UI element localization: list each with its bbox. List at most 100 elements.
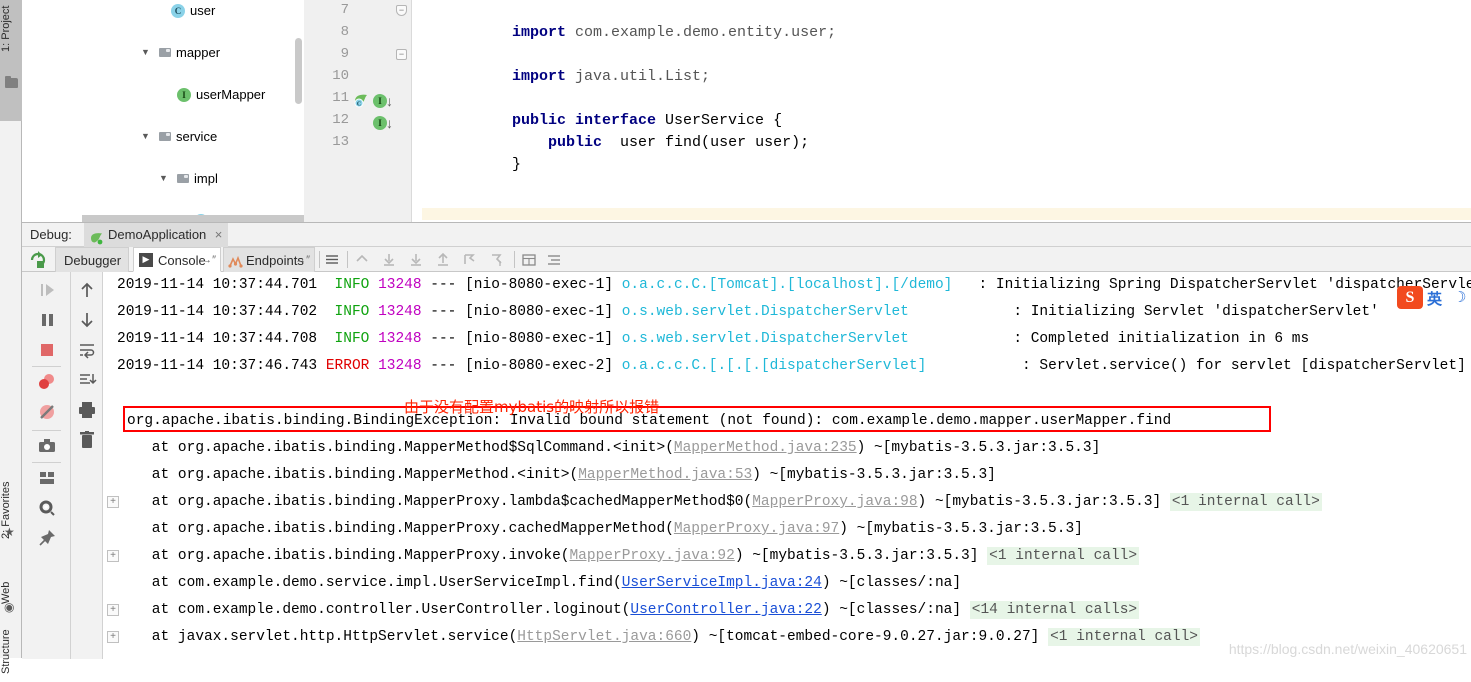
stack-frame-prefix: at com.example.demo.controller.UserContr… <box>117 602 630 618</box>
stack-frame-link[interactable]: UserController.java:22 <box>630 602 821 618</box>
stack-frame-link[interactable]: MapperMethod.java:235 <box>674 440 857 456</box>
step-out-icon[interactable] <box>353 251 371 268</box>
settings-gear-icon[interactable] <box>37 498 57 518</box>
scroll-down-icon[interactable] <box>77 310 97 330</box>
chevron-down-icon[interactable]: ▼ <box>140 42 151 63</box>
rerun-icon[interactable] <box>28 250 48 269</box>
log-timestamp: 2019-11-14 10:37:44.708 <box>117 331 317 347</box>
interface-icon: I <box>177 88 191 102</box>
log-separator: --- <box>430 358 456 374</box>
pin-tab-icon[interactable]: →″ <box>201 248 216 273</box>
tab-console[interactable]: ▶ Console →″ <box>133 247 221 272</box>
spring-bean-icon[interactable]: C <box>353 93 370 109</box>
ime-overlay[interactable]: S 英 ☽ <box>1397 286 1471 310</box>
sidebar-tab-structure-label: Structure <box>0 630 12 675</box>
screenshot-icon[interactable] <box>37 436 57 456</box>
watermark: https://blog.csdn.net/weixin_40620651 <box>1229 641 1467 657</box>
tree-scrollbar[interactable] <box>295 38 302 104</box>
gutter-marks-line-12[interactable]: I ↓ <box>353 112 405 134</box>
close-icon[interactable]: × <box>215 227 223 243</box>
stack-frame-link[interactable]: UserServiceImpl.java:24 <box>622 575 822 591</box>
line-number: 12 <box>323 112 349 128</box>
view-breakpoints-icon[interactable] <box>37 372 57 392</box>
log-logger: o.s.web.servlet.DispatcherServlet <box>622 331 909 347</box>
layout-settings-icon[interactable] <box>37 468 57 488</box>
chevron-down-icon[interactable]: ▼ <box>158 168 169 189</box>
sidebar-tab-project[interactable]: 1: Project <box>0 0 22 64</box>
fold-marker-icon[interactable]: − <box>396 49 407 60</box>
pin-icon[interactable] <box>37 528 57 548</box>
project-tree[interactable]: C user ▼ mapper I userMapper ▼ service ▼ <box>22 0 304 222</box>
chevron-down-icon[interactable]: ▼ <box>140 126 151 147</box>
log-separator: --- <box>430 304 456 320</box>
code-keyword: public <box>512 134 611 151</box>
frames-icon[interactable] <box>520 251 538 268</box>
pause-program-icon[interactable] <box>37 310 57 330</box>
code-editor[interactable]: 7 8 9 10 11 12 13 C I ↓ <box>304 0 1471 222</box>
clear-all-icon[interactable] <box>77 430 97 450</box>
tree-item-impl[interactable]: ▼ impl <box>22 168 304 189</box>
code-line-13: } <box>422 132 521 154</box>
stack-frame-link[interactable]: MapperProxy.java:97 <box>674 521 839 537</box>
soft-wrap-icon[interactable] <box>77 340 97 360</box>
print-icon[interactable] <box>77 400 97 420</box>
mute-breakpoints-icon[interactable] <box>37 402 57 422</box>
stack-frame-link[interactable]: MapperProxy.java:92 <box>569 548 734 564</box>
internal-calls-badge[interactable]: <1 internal call> <box>987 547 1139 565</box>
stack-frame[interactable]: at org.apache.ibatis.binding.MapperProxy… <box>117 516 1083 543</box>
run-configuration-tab[interactable]: DemoApplication × <box>84 223 228 247</box>
step-into-icon[interactable] <box>407 251 425 268</box>
stack-frame-link[interactable]: HttpServlet.java:660 <box>517 629 691 645</box>
log-level: INFO <box>335 304 370 320</box>
resume-program-icon[interactable] <box>37 280 57 300</box>
tree-item-service[interactable]: ▼ service <box>22 126 304 147</box>
stop-icon[interactable] <box>37 340 57 360</box>
stack-frame[interactable]: at org.apache.ibatis.binding.MapperMetho… <box>117 435 1100 462</box>
evaluate-expression-icon[interactable] <box>488 251 506 268</box>
ime-mode-icon[interactable]: ☽ <box>1453 288 1466 306</box>
sidebar-tab-favorites[interactable]: 2: Favorites <box>0 460 22 560</box>
implemented-interface-icon[interactable]: I <box>373 94 387 108</box>
log-timestamp: 2019-11-14 10:37:44.701 <box>117 277 317 293</box>
tree-item-user[interactable]: C user <box>22 0 304 21</box>
ime-language-indicator[interactable]: 英 <box>1427 288 1442 309</box>
run-to-cursor-icon[interactable] <box>461 251 479 268</box>
pin-tab-icon[interactable]: →″ <box>295 248 310 273</box>
sogou-ime-logo-icon[interactable]: S <box>1397 286 1423 309</box>
stack-frame[interactable]: at com.example.demo.service.impl.UserSer… <box>117 570 961 597</box>
log-pid: 13248 <box>378 277 422 293</box>
toolbar-separator <box>347 251 348 268</box>
stack-frame-link[interactable]: MapperMethod.java:53 <box>578 467 752 483</box>
scroll-up-icon[interactable] <box>77 280 97 300</box>
stack-frame[interactable]: at org.apache.ibatis.binding.MapperProxy… <box>117 489 1322 516</box>
menu-icon[interactable] <box>323 251 341 268</box>
internal-calls-badge[interactable]: <1 internal call> <box>1048 628 1200 646</box>
tree-horizontal-scrollbar[interactable] <box>82 215 304 222</box>
stack-frame[interactable]: at org.apache.ibatis.binding.MapperMetho… <box>117 462 996 489</box>
internal-calls-badge[interactable]: <14 internal calls> <box>970 601 1139 619</box>
step-over-icon[interactable] <box>380 251 398 268</box>
code-content[interactable]: import com.example.demo.entity.user; imp… <box>422 0 1471 222</box>
tree-item-mapper[interactable]: ▼ mapper <box>22 42 304 63</box>
force-step-into-icon[interactable] <box>434 251 452 268</box>
stack-frame[interactable]: at org.apache.ibatis.binding.MapperProxy… <box>117 543 1139 570</box>
settings-icon[interactable] <box>545 251 563 268</box>
fold-marker-icon[interactable]: − <box>396 5 407 16</box>
tree-item-label: mapper <box>176 42 220 63</box>
stack-frame-link[interactable]: MapperProxy.java:98 <box>752 494 917 510</box>
sidebar-tab-structure[interactable]: Structure <box>0 622 22 682</box>
editor-gutter[interactable]: 7 8 9 10 11 12 13 C I ↓ <box>304 0 412 222</box>
debug-window-header: Debug: DemoApplication × <box>22 223 1471 247</box>
tab-endpoints[interactable]: Endpoints →″ <box>223 247 315 272</box>
stack-frame[interactable]: at com.example.demo.controller.UserContr… <box>117 597 1139 624</box>
tree-item-usermapper[interactable]: I userMapper <box>22 84 304 105</box>
console-output[interactable]: 2019-11-14 10:37:44.701 INFO 13248 --- [… <box>103 272 1471 659</box>
scroll-to-end-icon[interactable] <box>77 370 97 390</box>
gutter-marks-line-11[interactable]: C I ↓ <box>353 90 405 112</box>
implemented-method-icon[interactable]: I <box>373 116 387 130</box>
tree-item-label: service <box>176 126 217 147</box>
internal-calls-badge[interactable]: <1 internal call> <box>1170 493 1322 511</box>
stack-frame[interactable]: at javax.servlet.http.HttpServlet.servic… <box>117 624 1200 651</box>
caret-row-highlight <box>422 208 1471 220</box>
tab-debugger[interactable]: Debugger <box>55 247 129 272</box>
